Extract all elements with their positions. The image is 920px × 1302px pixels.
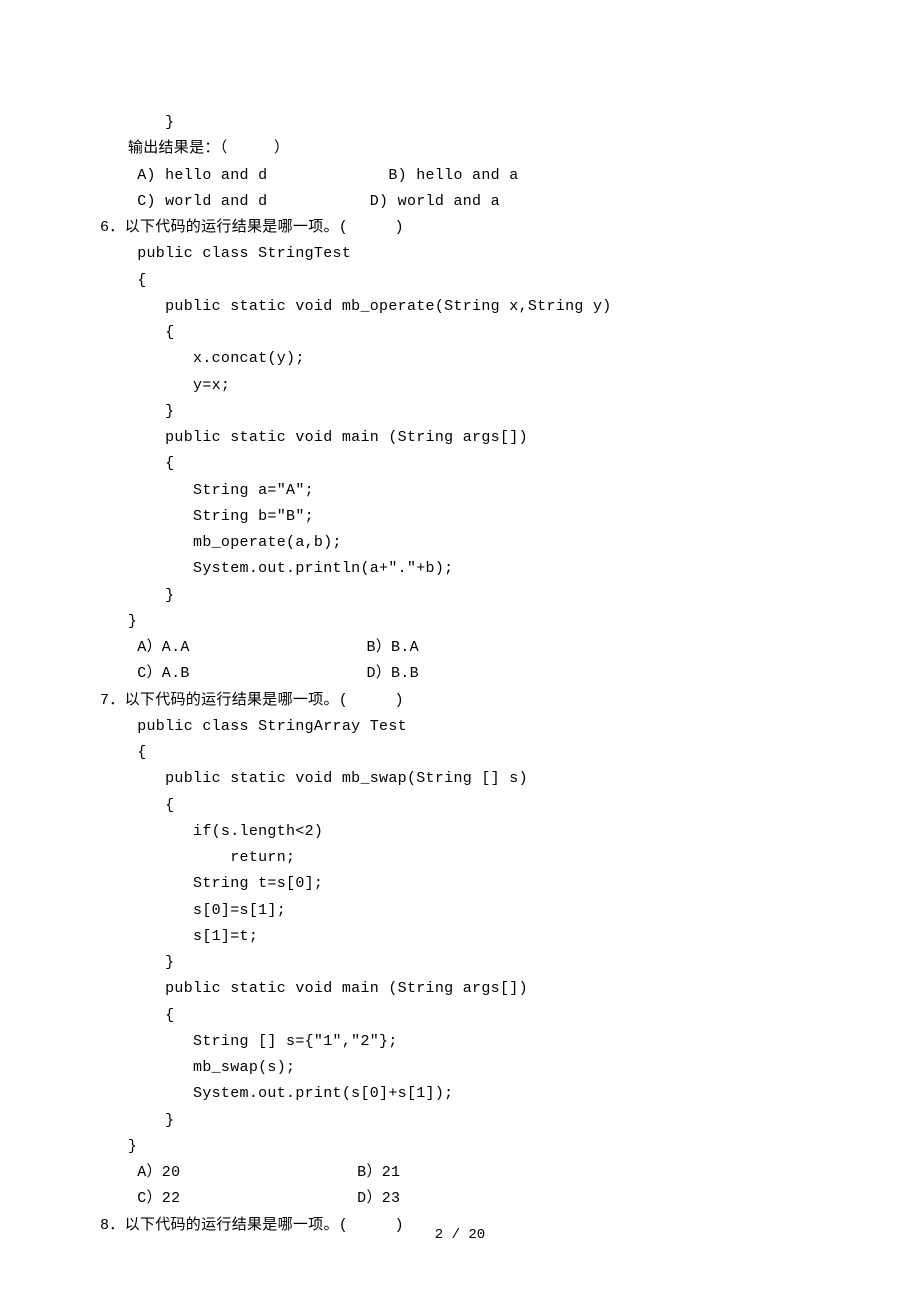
question-7: 7．以下代码的运行结果是哪一项。( ) — [100, 688, 820, 714]
code-line: mb_operate(a,b); — [100, 530, 820, 556]
code-line: public static void mb_swap(String [] s) — [100, 766, 820, 792]
code-line: public class StringArray Test — [100, 714, 820, 740]
code-line: { — [100, 793, 820, 819]
option-line: A）A.A B）B.A — [100, 635, 820, 661]
code-line: } — [100, 583, 820, 609]
question-6: 6．以下代码的运行结果是哪一项。( ) — [100, 215, 820, 241]
option-line: A) hello and d B) hello and a — [100, 163, 820, 189]
code-line: public static void main (String args[]) — [100, 976, 820, 1002]
code-line: mb_swap(s); — [100, 1055, 820, 1081]
code-line: System.out.println(a+"."+b); — [100, 556, 820, 582]
code-line: return; — [100, 845, 820, 871]
code-line: { — [100, 1003, 820, 1029]
code-line: { — [100, 320, 820, 346]
code-line: } — [100, 399, 820, 425]
code-line: { — [100, 451, 820, 477]
code-line: x.concat(y); — [100, 346, 820, 372]
code-line: { — [100, 740, 820, 766]
code-line: } — [100, 950, 820, 976]
code-line: } — [100, 609, 820, 635]
option-line: C）22 D）23 — [100, 1186, 820, 1212]
option-line: C) world and d D) world and a — [100, 189, 820, 215]
option-line: C）A.B D）B.B — [100, 661, 820, 687]
code-line: if(s.length<2) — [100, 819, 820, 845]
code-line: System.out.print(s[0]+s[1]); — [100, 1081, 820, 1107]
question-prompt: 输出结果是：（ ） — [100, 136, 820, 162]
code-line: } — [100, 110, 820, 136]
code-line: String [] s={"1","2"}; — [100, 1029, 820, 1055]
code-line: y=x; — [100, 373, 820, 399]
code-line: s[1]=t; — [100, 924, 820, 950]
code-line: s[0]=s[1]; — [100, 898, 820, 924]
code-line: } — [100, 1108, 820, 1134]
code-line: public static void main (String args[]) — [100, 425, 820, 451]
option-line: A）20 B）21 — [100, 1160, 820, 1186]
page: } 输出结果是：（ ） A) hello and d B) hello and … — [0, 0, 920, 1302]
code-line: public static void mb_operate(String x,S… — [100, 294, 820, 320]
page-number: 2 / 20 — [0, 1223, 920, 1248]
code-line: { — [100, 268, 820, 294]
code-line: public class StringTest — [100, 241, 820, 267]
code-line: String a="A"; — [100, 478, 820, 504]
code-line: String t=s[0]; — [100, 871, 820, 897]
code-line: } — [100, 1134, 820, 1160]
code-line: String b="B"; — [100, 504, 820, 530]
